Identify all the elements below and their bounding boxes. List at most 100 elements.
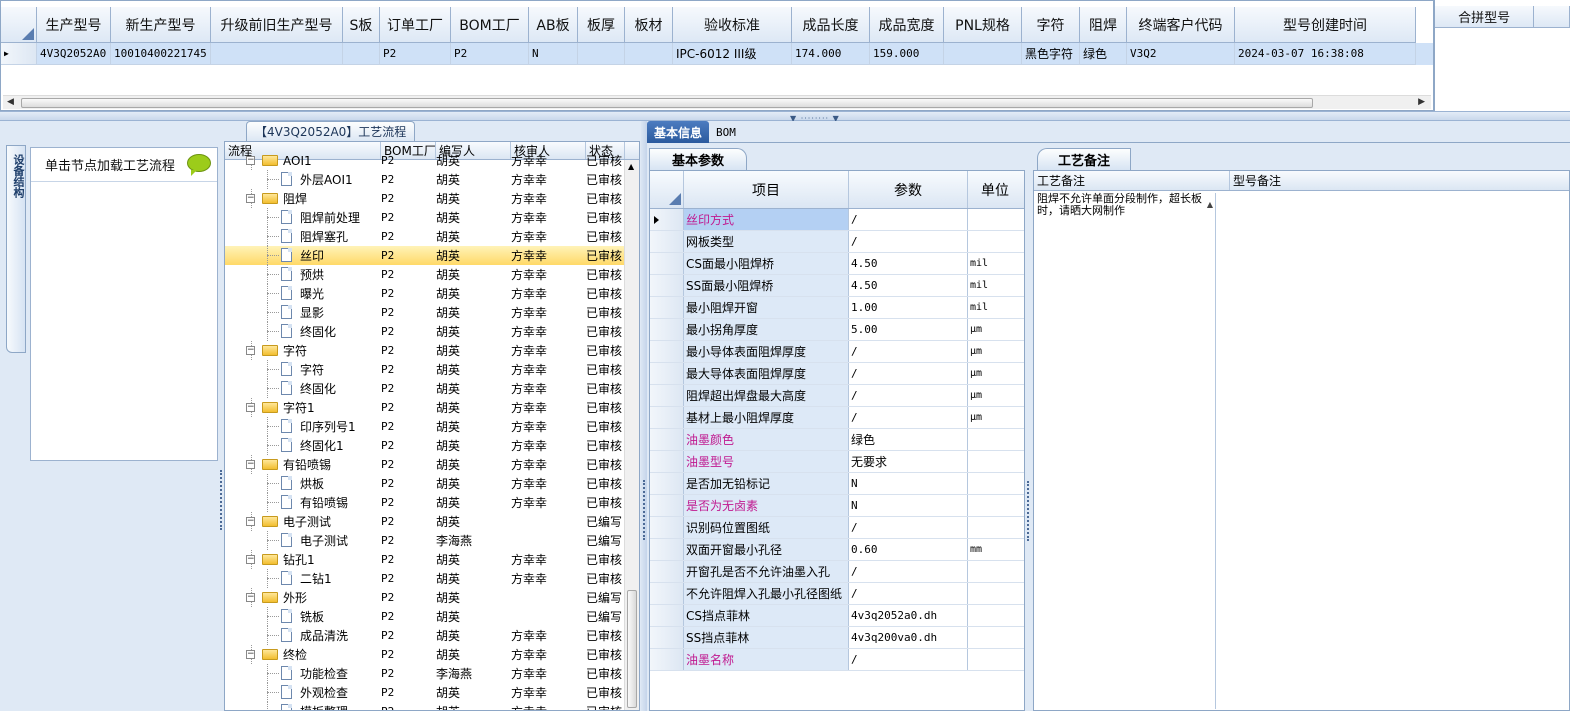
tree-node-step[interactable]: 外层AOI1 P2 胡英 方幸幸 已审核 [225,170,625,189]
top-col-header[interactable]: 成品宽度 [870,7,944,43]
tree-node-group[interactable]: − 字符 P2 胡英 方幸幸 已审核 [225,341,625,360]
collapse-icon[interactable]: − [246,156,255,165]
top-col-header[interactable]: 新生产型号 [111,7,211,43]
top-grid-cell[interactable]: P2 [451,43,529,65]
param-row[interactable]: 油墨型号 无要求 [650,451,1024,473]
param-value[interactable]: 绿色 [849,429,968,450]
top-col-header[interactable]: AB板 [529,7,578,43]
tree-node-group[interactable]: − 字符1 P2 胡英 方幸幸 已审核 [225,398,625,417]
top-grid-cell[interactable]: IPC-6012 III级 [673,43,792,65]
param-value[interactable]: 1.00 [849,297,968,318]
tree-node-group[interactable]: − AOI1 P2 胡英 方幸幸 已审核 [225,151,625,170]
tree-node-step[interactable]: 终固化 P2 胡英 方幸幸 已审核 [225,322,625,341]
tree-node-step[interactable]: 模板整理P2胡英方幸幸已审核 [225,702,625,710]
top-col-header[interactable]: 订单工厂 [380,7,451,43]
collapse-icon[interactable]: − [246,650,255,659]
param-value[interactable]: / [849,341,968,362]
tree-vscrollbar[interactable]: ▲ [624,160,639,710]
tree-node-group[interactable]: − 钻孔1 P2 胡英 方幸幸 已审核 [225,550,625,569]
merge-col-header[interactable]: 合拼型号 [1435,6,1535,28]
top-grid-cell[interactable]: 4V3Q2052A0 [37,43,111,65]
param-value[interactable]: / [849,209,968,230]
param-row[interactable]: 油墨颜色 绿色 [650,429,1024,451]
top-grid-cell[interactable]: N [529,43,578,65]
tree-node-step[interactable]: 电子测试 P2 李海燕 已编写 [225,531,625,550]
tree-node-step[interactable]: 终固化1 P2 胡英 方幸幸 已审核 [225,436,625,455]
collapse-icon[interactable]: − [246,403,255,412]
tree-node-step[interactable]: 功能检查 P2 李海燕 方幸幸 已审核 [225,664,625,683]
param-value[interactable]: / [849,407,968,428]
tree-node-step[interactable]: 外观检查 P2 胡英 方幸幸 已审核 [225,683,625,702]
param-row[interactable]: 是否为无卤素 N [650,495,1024,517]
tab-bom[interactable]: BOM [709,121,743,143]
tree-node-group[interactable]: − 电子测试 P2 胡英 已编写 [225,512,625,531]
splitter-grip-right[interactable] [1027,481,1030,541]
param-row[interactable]: 最小导体表面阻焊厚度 / μm [650,341,1024,363]
tree-node-group[interactable]: − 有铅喷锡 P2 胡英 方幸幸 已审核 [225,455,625,474]
craft-note-tab[interactable]: 工艺备注 [1037,148,1131,170]
top-grid-cell[interactable]: 绿色 [1080,43,1127,65]
top-grid-cell[interactable] [343,43,380,65]
top-grid-corner[interactable] [1,7,37,43]
tree-scroll-thumb[interactable] [627,590,637,708]
param-value[interactable]: / [849,231,968,252]
basic-params-tab[interactable]: 基本参数 [649,148,747,170]
collapse-icon[interactable]: − [246,194,255,203]
param-value[interactable]: 5.00 [849,319,968,340]
top-col-header[interactable]: 字符 [1022,7,1080,43]
tree-node-step[interactable]: 丝印 P2 胡英 方幸幸 已审核 [225,246,625,265]
top-col-header[interactable]: 升级前旧生产型号 [211,7,343,43]
tree-node-step[interactable]: 印序列号1 P2 胡英 方幸幸 已审核 [225,417,625,436]
top-col-header[interactable]: 验收标准 [673,7,792,43]
top-col-header[interactable]: 生产型号 [37,7,111,43]
splitter-grip-left[interactable] [643,480,646,540]
tab-basic-info[interactable]: 基本信息 [647,121,710,143]
scroll-right-icon[interactable]: ▶ [1418,97,1425,107]
param-value[interactable]: 4v3q200va0.dh [849,627,968,648]
top-grid-cell[interactable] [625,43,673,65]
param-row[interactable]: SS挡点菲林 4v3q200va0.dh [650,627,1024,649]
tree-node-group[interactable]: − 外形 P2 胡英 已编写 [225,588,625,607]
top-grid-cell[interactable]: ▶ [1,43,37,65]
top-grid-cell[interactable] [578,43,625,65]
param-row[interactable]: 最小拐角厚度 5.00 μm [650,319,1024,341]
tree-node-step[interactable]: 烘板 P2 胡英 方幸幸 已审核 [225,474,625,493]
param-row[interactable]: 不允许阻焊入孔最小孔径图纸 / [650,583,1024,605]
param-value[interactable]: / [849,561,968,582]
top-col-header[interactable]: PNL规格 [944,7,1022,43]
param-value[interactable]: 无要求 [849,451,968,472]
tree-node-step[interactable]: 阻焊塞孔 P2 胡英 方幸幸 已审核 [225,227,625,246]
param-row[interactable]: 双面开窗最小孔径 0.60 mm [650,539,1024,561]
tree-node-step[interactable]: 曝光 P2 胡英 方幸幸 已审核 [225,284,625,303]
param-row[interactable]: 最小阻焊开窗 1.00 mil [650,297,1024,319]
top-grid-cell[interactable] [211,43,343,65]
param-row[interactable]: CS面最小阻焊桥 4.50 mil [650,253,1024,275]
tree-node-step[interactable]: 成品清洗 P2 胡英 方幸幸 已审核 [225,626,625,645]
top-grid-cell[interactable]: 159.000 [870,43,944,65]
tree-node-step[interactable]: 二钻1 P2 胡英 方幸幸 已审核 [225,569,625,588]
param-value[interactable]: / [849,649,968,670]
top-col-header[interactable]: 型号创建时间 [1235,7,1416,43]
param-row[interactable]: 识别码位置图纸 / [650,517,1024,539]
top-col-header[interactable]: 成品长度 [792,7,870,43]
top-grid-cell[interactable]: 10010400221745 [111,43,211,65]
param-value[interactable]: 4.50 [849,275,968,296]
top-col-header[interactable]: S板 [343,7,380,43]
top-grid-row-selected[interactable]: ▶ 4V3Q2052A0 10010400221745 P2 P2 N IPC-6012 I… [1,43,1433,65]
process-flow-tab[interactable]: 【4V3Q2052A0】工艺流程 [246,121,416,141]
scroll-up-icon[interactable]: ▲ [628,162,634,171]
collapse-icon[interactable]: − [246,593,255,602]
scroll-thumb[interactable] [21,98,1313,108]
top-grid-cell[interactable] [944,43,1022,65]
tree-node-step[interactable]: 铣板 P2 胡英 已编写 [225,607,625,626]
param-row[interactable]: 是否加无铅标记 N [650,473,1024,495]
param-row[interactable]: 油墨名称 / [650,649,1024,671]
param-value[interactable]: N [849,495,968,516]
top-col-header[interactable]: 阻焊 [1080,7,1127,43]
scroll-left-icon[interactable]: ◀ [7,97,14,107]
collapse-icon[interactable]: − [246,555,255,564]
top-grid-cell[interactable]: P2 [380,43,451,65]
param-row[interactable]: CS挡点菲林 4v3q2052a0.dh [650,605,1024,627]
param-row[interactable]: 开窗孔是否不允许油墨入孔 / [650,561,1024,583]
tree-node-group[interactable]: − 阻焊 P2 胡英 方幸幸 已审核 [225,189,625,208]
